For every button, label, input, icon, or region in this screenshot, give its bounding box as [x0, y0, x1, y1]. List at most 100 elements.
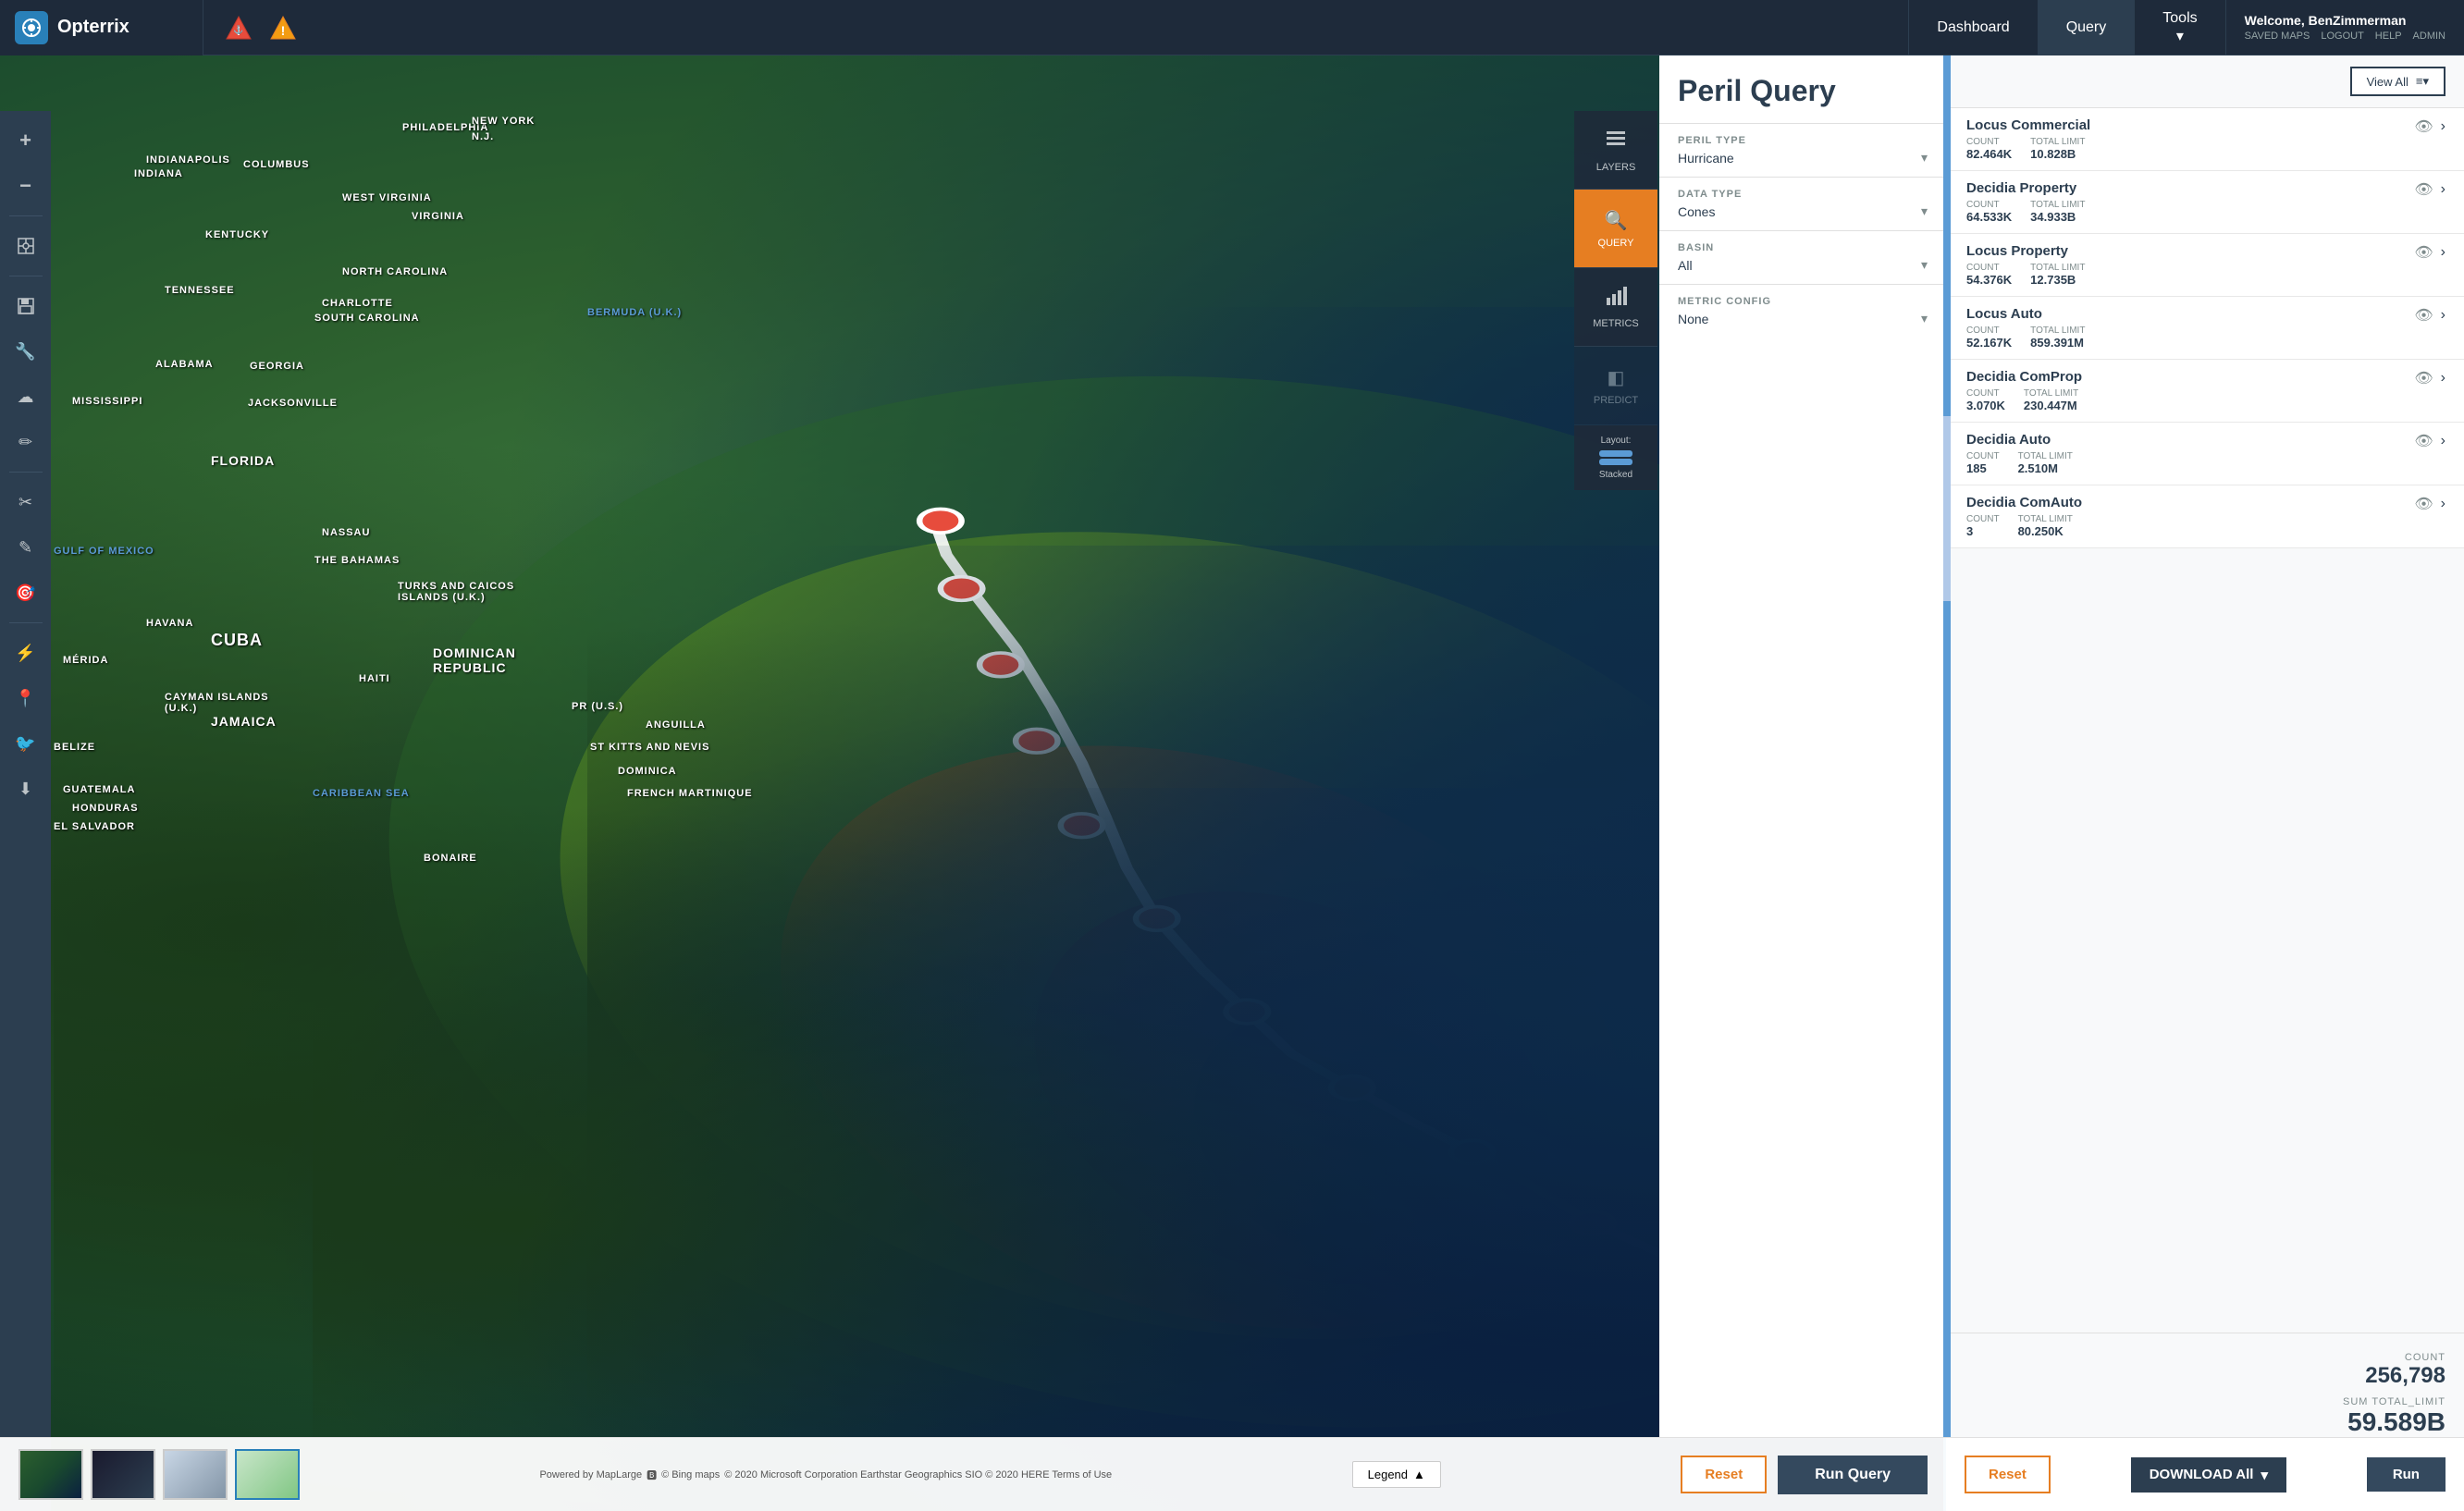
result-name-3: Locus Auto [1966, 306, 2085, 322]
result-eye-icon-1[interactable]: 👁 [2414, 180, 2433, 199]
count-stat-label: COUNT [1966, 1352, 2446, 1363]
nav-query[interactable]: Query [2038, 0, 2135, 55]
save-tool-button[interactable] [6, 286, 46, 326]
sum-stat-row: SUM TOTAL_LIMIT 59.589B [1966, 1396, 2446, 1437]
data-type-label: DATA TYPE [1678, 189, 1928, 200]
map-attribution: Powered by MapLarge 🅱 © Bing maps © 2020… [539, 1468, 1112, 1482]
layout-control-button[interactable]: Layout: Stacked [1574, 425, 1657, 490]
result-item-6-right: 👁 › [2414, 495, 2446, 513]
metric-config-dropdown-arrow: ▾ [1921, 311, 1928, 326]
map-thumb-1[interactable] [91, 1449, 155, 1500]
cut-tool-button[interactable]: ✂ [6, 482, 46, 522]
result-arrow-icon-4[interactable]: › [2441, 370, 2446, 387]
count-stat-value: 256,798 [1966, 1363, 2446, 1389]
result-eye-icon-3[interactable]: 👁 [2414, 306, 2433, 325]
result-item-4[interactable]: Decidia ComProp COUNT 3.070K TOTAL LIMIT… [1948, 360, 2464, 423]
data-type-dropdown-arrow: ▾ [1921, 203, 1928, 219]
map-thumb-2[interactable] [163, 1449, 228, 1500]
indicator-segment-1 [1943, 55, 1951, 407]
legend-button[interactable]: Legend ▲ [1352, 1461, 1441, 1488]
zoom-out-button[interactable]: − [6, 166, 46, 206]
download-button[interactable]: DOWNLOAD All ▾ [2131, 1457, 2286, 1493]
map-thumb-3[interactable] [235, 1449, 300, 1500]
map-bottom-bar: Powered by MapLarge 🅱 © Bing maps © 2020… [0, 1437, 1946, 1511]
results-run-button[interactable]: Run [2367, 1457, 2446, 1492]
logout-link[interactable]: LOGOUT [2321, 31, 2363, 42]
result-item-1[interactable]: Decidia Property COUNT 64.533K TOTAL LIM… [1948, 171, 2464, 234]
result-eye-icon-6[interactable]: 👁 [2414, 495, 2433, 513]
result-arrow-icon-2[interactable]: › [2441, 244, 2446, 261]
result-eye-icon-0[interactable]: 👁 [2414, 117, 2433, 136]
result-count-3: COUNT 52.167K [1966, 326, 2012, 350]
lightning-tool-button[interactable]: ⚡ [6, 633, 46, 673]
warning-alert-icon[interactable]: ! [266, 11, 300, 44]
map-action-buttons: Reset Run Query [1681, 1456, 1928, 1494]
result-name-2: Locus Property [1966, 243, 2085, 259]
data-attribution-text: © 2020 Microsoft Corporation Earthstar G… [724, 1469, 1112, 1480]
map-thumb-inner-0 [20, 1451, 81, 1498]
result-item-1-left: Decidia Property COUNT 64.533K TOTAL LIM… [1966, 180, 2085, 224]
result-limit-1: TOTAL LIMIT 34.933B [2030, 200, 2085, 224]
tool-divider-3 [9, 472, 43, 473]
result-name-5: Decidia Auto [1966, 432, 2073, 448]
result-eye-icon-2[interactable]: 👁 [2414, 243, 2433, 262]
result-meta-1: COUNT 64.533K TOTAL LIMIT 34.933B [1966, 200, 2085, 224]
map-thumb-inner-3 [237, 1451, 298, 1498]
result-item-2[interactable]: Locus Property COUNT 54.376K TOTAL LIMIT… [1948, 234, 2464, 297]
wrench-tool-button[interactable]: 🔧 [6, 331, 46, 372]
danger-alert-icon[interactable]: ! ⚓ [222, 11, 255, 44]
metrics-control-button[interactable]: METRICS [1574, 268, 1657, 347]
indicator-segment-2 [1943, 416, 1951, 601]
view-all-button[interactable]: View All ≡▾ [2350, 67, 2446, 96]
result-item-0-right: 👁 › [2414, 117, 2446, 136]
result-arrow-icon-0[interactable]: › [2441, 118, 2446, 135]
result-item-3-left: Locus Auto COUNT 52.167K TOTAL LIMIT 859… [1966, 306, 2085, 350]
indicator-bar [1943, 55, 1951, 1511]
result-arrow-icon-6[interactable]: › [2441, 496, 2446, 512]
predict-control-button[interactable]: ◧ PREDICT [1574, 347, 1657, 425]
result-arrow-icon-1[interactable]: › [2441, 181, 2446, 198]
query-reset-button[interactable]: Reset [1681, 1456, 1767, 1493]
nav-dashboard[interactable]: Dashboard [1908, 0, 2037, 55]
result-meta-0: COUNT 82.464K TOTAL LIMIT 10.828B [1966, 137, 2090, 161]
pin-tool-button[interactable]: 📍 [6, 678, 46, 719]
result-item-5[interactable]: Decidia Auto COUNT 185 TOTAL LIMIT 2.510… [1948, 423, 2464, 485]
zoom-in-button[interactable]: + [6, 120, 46, 161]
results-reset-button[interactable]: Reset [1965, 1456, 2051, 1493]
crosshair-button[interactable] [6, 226, 46, 266]
result-limit-3: TOTAL LIMIT 859.391M [2030, 326, 2085, 350]
peril-type-value[interactable]: Hurricane ▾ [1678, 150, 1928, 166]
legend-toggle-icon: ▲ [1413, 1468, 1425, 1481]
result-count-2: COUNT 54.376K [1966, 263, 2012, 287]
map-thumb-0[interactable] [18, 1449, 83, 1500]
result-item-6[interactable]: Decidia ComAuto COUNT 3 TOTAL LIMIT 80.2… [1948, 485, 2464, 548]
help-link[interactable]: HELP [2375, 31, 2402, 42]
query-control-button[interactable]: 🔍 QUERY [1574, 190, 1657, 268]
tool-divider-1 [9, 215, 43, 216]
result-item-0[interactable]: Locus Commercial COUNT 82.464K TOTAL LIM… [1948, 108, 2464, 171]
map-thumb-inner-1 [92, 1451, 154, 1498]
result-eye-icon-5[interactable]: 👁 [2414, 432, 2433, 450]
draw-tool-button[interactable]: ✎ [6, 527, 46, 568]
metric-config-value[interactable]: None ▾ [1678, 311, 1928, 326]
edit-tool-button[interactable]: ✏ [6, 422, 46, 462]
run-query-button[interactable]: Run Query [1778, 1456, 1928, 1494]
result-arrow-icon-5[interactable]: › [2441, 433, 2446, 449]
cloud-tool-button[interactable]: ☁ [6, 376, 46, 417]
predict-icon: ◧ [1608, 366, 1625, 389]
query-icon: 🔍 [1605, 209, 1628, 232]
basin-value[interactable]: All ▾ [1678, 257, 1928, 273]
target-tool-button[interactable]: 🎯 [6, 572, 46, 613]
admin-link[interactable]: ADMIN [2413, 31, 2446, 42]
saved-maps-link[interactable]: SAVED MAPS [2245, 31, 2310, 42]
twitter-tool-button[interactable]: 🐦 [6, 723, 46, 764]
sidebar-tools: + − 🔧 ☁ ✏ ✂ ✎ 🎯 ⚡ [0, 111, 51, 1511]
layers-control-button[interactable]: LAYERS [1574, 111, 1657, 190]
data-type-value[interactable]: Cones ▾ [1678, 203, 1928, 219]
download-tool-button[interactable]: ⬇ [6, 768, 46, 809]
results-action-buttons: Reset DOWNLOAD All ▾ Run [1946, 1437, 2464, 1511]
result-item-3[interactable]: Locus Auto COUNT 52.167K TOTAL LIMIT 859… [1948, 297, 2464, 360]
nav-tools[interactable]: Tools ▾ [2134, 0, 2224, 55]
result-eye-icon-4[interactable]: 👁 [2414, 369, 2433, 387]
result-arrow-icon-3[interactable]: › [2441, 307, 2446, 324]
